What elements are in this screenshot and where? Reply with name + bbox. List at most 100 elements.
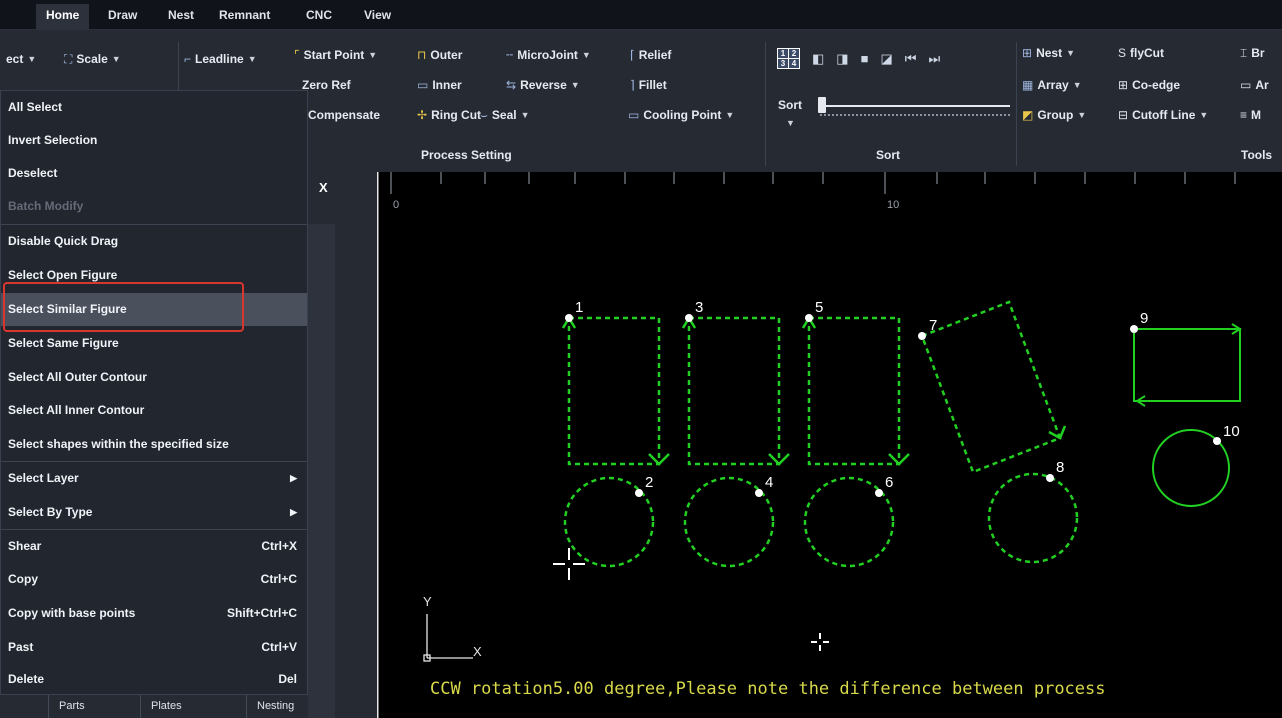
part-circle-8[interactable]	[987, 472, 1079, 564]
menu-tab-home[interactable]: Home	[36, 4, 90, 30]
group-icon: ◩	[1022, 108, 1034, 122]
coedge-button[interactable]: ⊞ Co-edge	[1118, 76, 1180, 94]
status-message: CCW rotation5.00 degree,Please note the …	[430, 679, 1106, 699]
menu-item-label: Shear	[8, 539, 42, 553]
menu-item-invert-selection[interactable]: Invert Selection	[1, 124, 307, 157]
menu-item-select-all-inner-contour[interactable]: Select All Inner Contour	[1, 394, 307, 427]
dropdown-arrow-icon: ▼	[520, 110, 530, 120]
microjoint-button[interactable]: ╌ MicroJoint ▼	[506, 46, 591, 64]
panel-body	[305, 224, 335, 718]
reverse-button[interactable]: ⇆ Reverse ▼	[506, 76, 580, 94]
seal-icon: ⌣	[480, 108, 488, 122]
flycut-button[interactable]: S flyCut	[1118, 44, 1164, 62]
flycut-label: flyCut	[1130, 46, 1165, 60]
tab-parts[interactable]: Parts	[48, 695, 130, 718]
tab-nesting[interactable]: Nesting	[246, 695, 308, 718]
seal-button[interactable]: ⌣ Seal ▼	[480, 106, 530, 124]
menu-item-label: Select shapes within the specified size	[8, 437, 229, 451]
canvas-svg: 0 10 50	[377, 172, 1242, 718]
sort-grid-icon[interactable]: 1 2 3 4	[777, 48, 800, 69]
menu-item-disable-quick-drag[interactable]: Disable Quick Drag	[1, 225, 307, 258]
bridge-button[interactable]: ⌶ Br	[1240, 44, 1265, 62]
cooling-point-icon: ▭	[628, 108, 640, 122]
sort-button[interactable]: Sort	[778, 96, 802, 114]
ar-button[interactable]: ▭ Ar	[1240, 76, 1269, 94]
part-rect-5[interactable]	[807, 316, 901, 466]
menu-item-label: Disable Quick Drag	[8, 234, 119, 248]
m-button[interactable]: ≡ M	[1240, 106, 1261, 124]
dropdown-arrow-icon: ▼	[1066, 48, 1075, 58]
part-rect-3[interactable]	[687, 316, 781, 466]
dropdown-arrow-icon: ▼	[570, 80, 580, 90]
outer-button[interactable]: ⊓ Outer	[417, 46, 462, 64]
start-point-label: Start Point	[303, 48, 365, 62]
drawing-canvas[interactable]: 0 10 50	[377, 172, 1282, 718]
sort-grid-number: 3	[778, 59, 788, 68]
part-number: 7	[929, 317, 937, 334]
leadline-button[interactable]: ⌐ Leadline ▼	[184, 50, 257, 68]
inner-button[interactable]: ▭ Inner	[417, 76, 462, 94]
cooling-point-button[interactable]: ▭ Cooling Point ▼	[628, 106, 734, 124]
sort-block-icon[interactable]: ■	[861, 51, 869, 66]
sort-group-icon[interactable]: ◨	[836, 51, 848, 67]
fillet-button[interactable]: ⌉ Fillet	[630, 76, 667, 94]
sort-part-icon[interactable]: ◪	[880, 51, 892, 67]
nest-button[interactable]: ⊞ Nest ▼	[1022, 44, 1075, 62]
menu-item-select-by-type[interactable]: Select By Type ▶	[1, 496, 307, 529]
menu-item-shortcut: Shift+Ctrl+C	[226, 606, 297, 620]
move-cursor-icon	[811, 633, 829, 651]
part-rect-7[interactable]	[920, 300, 1062, 474]
sort-first-icon[interactable]: ⏮	[905, 51, 917, 67]
menu-item-select-all-outer-contour[interactable]: Select All Outer Contour	[1, 361, 307, 394]
ring-cut-label: Ring Cut	[431, 108, 482, 122]
group-button[interactable]: ◩ Group ▼	[1022, 106, 1086, 124]
dashed-parts	[563, 300, 1079, 568]
group-label: Group	[1037, 108, 1074, 122]
nest-label: Nest	[1036, 46, 1063, 60]
sort-selected-icon[interactable]: ◧	[812, 51, 824, 67]
scale-button[interactable]: ⛶ Scale ▼	[64, 50, 121, 68]
menu-tab-cnc[interactable]: CNC	[296, 4, 342, 30]
microjoint-icon: ╌	[506, 48, 514, 62]
bridge-label: Br	[1251, 46, 1265, 60]
select-button[interactable]: ect ▼	[6, 50, 36, 68]
part-number-labels: 1 2 3 4 5 6 7 8 9 10	[575, 299, 1240, 491]
compensate-button[interactable]: Compensate	[308, 106, 380, 124]
menu-item-copy[interactable]: Copy Ctrl+C	[1, 563, 307, 596]
menu-item-shear[interactable]: Shear Ctrl+X	[1, 530, 307, 563]
menu-item-shortcut: Del	[278, 672, 297, 686]
seal-label: Seal	[491, 108, 517, 122]
direction-arrows	[561, 315, 1067, 466]
menu-item-select-layer[interactable]: Select Layer ▶	[1, 462, 307, 495]
relief-button[interactable]: ⌈ Relief	[630, 46, 671, 64]
menu-tab-nest[interactable]: Nest	[158, 4, 204, 30]
menu-item-paste[interactable]: Past Ctrl+V	[1, 631, 307, 664]
part-rect-1[interactable]	[567, 316, 661, 466]
start-point-icon: ⌜	[294, 48, 300, 62]
part-number: 3	[695, 299, 703, 316]
menu-item-select-shapes-within-size[interactable]: Select shapes within the specified size	[1, 428, 307, 461]
array-button[interactable]: ▦ Array ▼	[1022, 76, 1082, 94]
menu-tab-view[interactable]: View	[354, 4, 401, 30]
menu-item-deselect[interactable]: Deselect	[1, 157, 307, 190]
scale-icon: ⛶	[64, 52, 73, 66]
sort-dropdown[interactable]: ▼	[786, 114, 795, 132]
part-rect-9[interactable]	[1133, 328, 1241, 402]
part-number: 6	[885, 474, 893, 491]
tab-plates[interactable]: Plates	[140, 695, 232, 718]
sort-last-icon[interactable]: ⏭	[928, 51, 940, 67]
microjoint-label: MicroJoint	[517, 48, 578, 62]
menu-item-all-select[interactable]: All Select	[1, 91, 307, 124]
bottom-tab-bar: Parts Plates Nesting	[0, 695, 308, 718]
zero-ref-button[interactable]: Zero Ref	[302, 76, 351, 94]
start-point-button[interactable]: ⌜ Start Point ▼	[294, 46, 377, 64]
panel-close-button[interactable]: X	[319, 180, 328, 195]
menu-item-delete[interactable]: Delete Del	[1, 663, 307, 696]
menu-tab-draw[interactable]: Draw	[98, 4, 147, 30]
menu-tab-remnant[interactable]: Remnant	[209, 4, 280, 30]
ring-cut-button[interactable]: ✢ Ring Cut	[417, 106, 481, 124]
cutoff-line-button[interactable]: ⊟ Cutoff Line ▼	[1118, 106, 1208, 124]
dropdown-arrow-icon: ▼	[786, 118, 795, 128]
menu-item-copy-with-base-points[interactable]: Copy with base points Shift+Ctrl+C	[1, 597, 307, 630]
sort-slider-thumb[interactable]	[818, 97, 826, 113]
